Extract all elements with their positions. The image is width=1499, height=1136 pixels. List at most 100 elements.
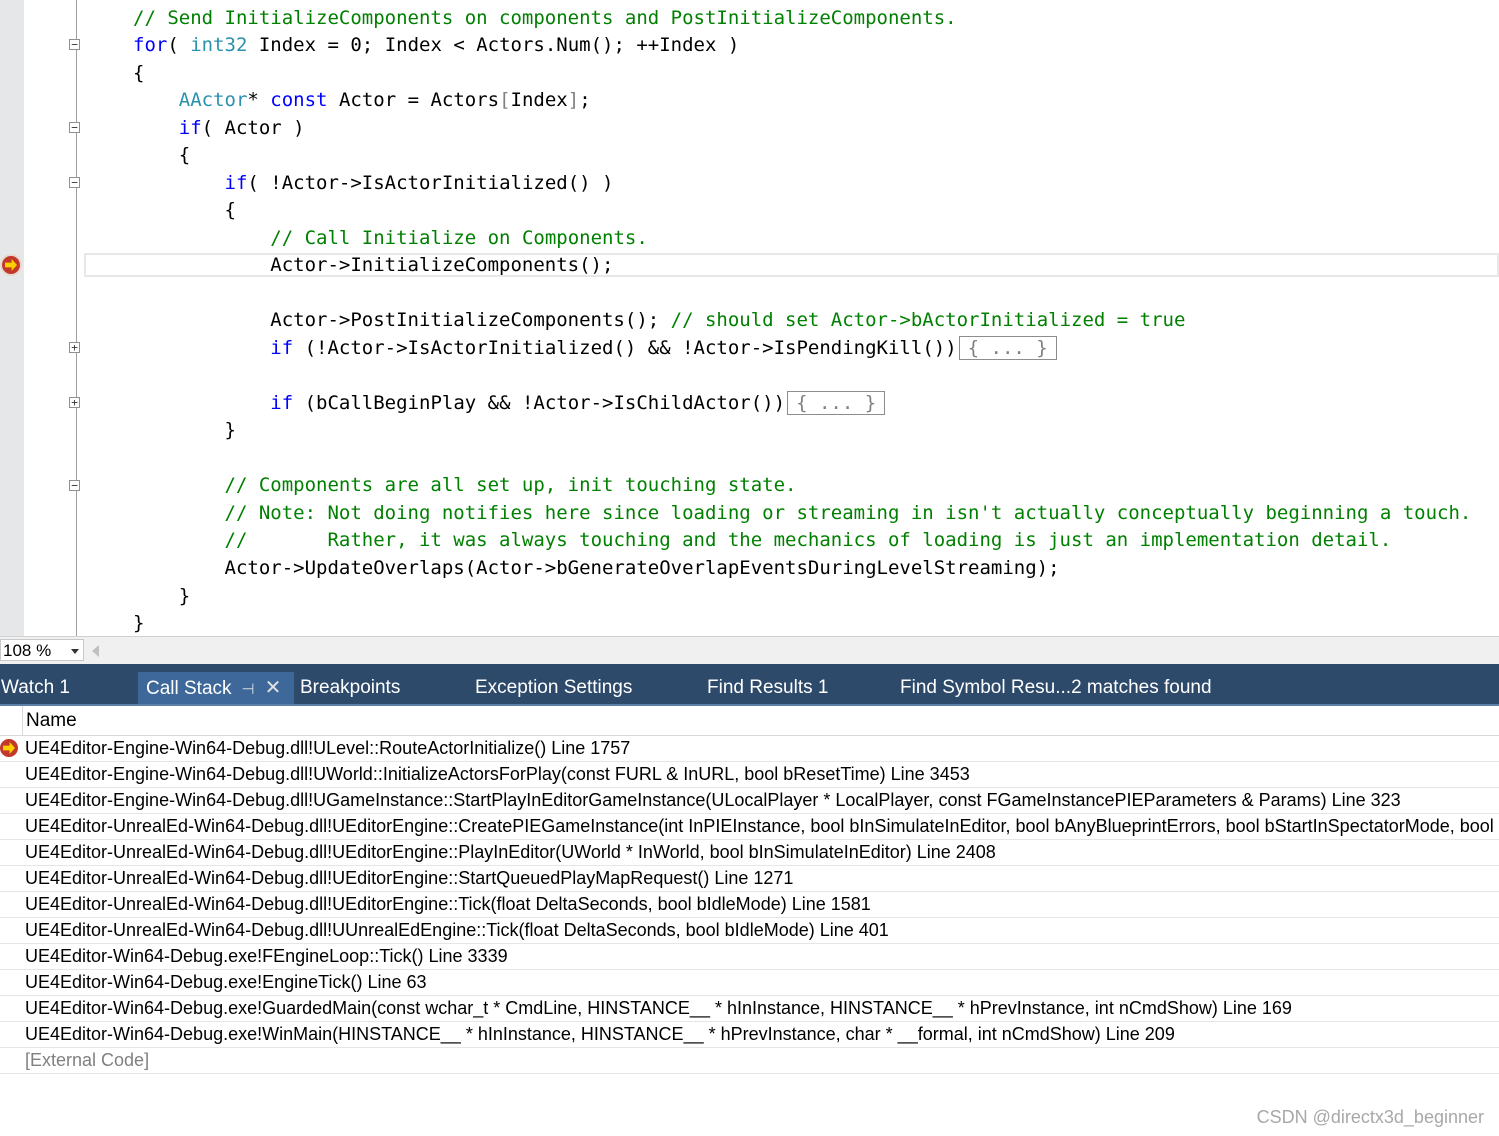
code-token: // Components are all set up, init touch… [224, 474, 797, 496]
collapse-comment-icon[interactable]: − [69, 480, 80, 491]
stack-frame-text: UE4Editor-Engine-Win64-Debug.dll!ULevel:… [25, 738, 631, 758]
code-line[interactable]: AActor* const Actor = Actors[Index]; [133, 88, 591, 112]
code-token: for [133, 34, 168, 56]
code-token: if [270, 337, 294, 359]
call-stack-panel[interactable]: Name UE4Editor-Engine-Win64-Debug.dll!UL… [0, 706, 1499, 1136]
zoom-dropdown[interactable]: 108 % [0, 639, 84, 661]
code-token: ; [579, 89, 591, 111]
code-line[interactable]: if (bCallBeginPlay && !Actor->IsChildAct… [133, 391, 886, 415]
stack-frame-row[interactable]: UE4Editor-UnrealEd-Win64-Debug.dll!UEdit… [0, 814, 1499, 840]
stack-frame-row[interactable]: UE4Editor-UnrealEd-Win64-Debug.dll!UUnre… [0, 918, 1499, 944]
code-token: } [133, 419, 236, 441]
code-token: Index [510, 89, 568, 111]
code-token: (bCallBeginPlay && !Actor->IsChildActor(… [293, 392, 786, 414]
code-line[interactable]: for( int32 Index = 0; Index < Actors.Num… [133, 33, 739, 57]
code-line[interactable]: if( Actor ) [133, 116, 305, 140]
code-line[interactable]: Actor->UpdateOverlaps(Actor->bGenerateOv… [133, 556, 1060, 580]
stack-frame-row[interactable]: UE4Editor-Win64-Debug.exe!GuardedMain(co… [0, 996, 1499, 1022]
debug-tool-tabs: Watch 1 Call Stack ⊣ ✕ Breakpoints Excepti… [0, 664, 1499, 706]
code-token: Index = 0; Index < Actors.Num(); ++Index… [247, 34, 740, 56]
collapsed-block[interactable]: { ... } [958, 336, 1057, 360]
column-separator[interactable] [22, 706, 23, 735]
code-line[interactable]: } [133, 418, 236, 442]
code-line[interactable]: // Rather, it was always touching and th… [133, 528, 1392, 552]
collapse-if-actor-icon[interactable]: − [69, 122, 80, 133]
stack-frame-row[interactable]: UE4Editor-Win64-Debug.exe!WinMain(HINSTA… [0, 1022, 1499, 1048]
stack-frame-text: UE4Editor-Win64-Debug.exe!FEngineLoop::T… [25, 946, 508, 966]
code-line[interactable]: // Components are all set up, init touch… [133, 473, 797, 497]
stack-frame-text: [External Code] [25, 1050, 150, 1070]
outlining-guide [76, 0, 77, 636]
code-token: { [133, 199, 236, 221]
call-stack-header[interactable]: Name [0, 706, 1499, 736]
stack-frame-text: UE4Editor-UnrealEd-Win64-Debug.dll!UEdit… [25, 868, 794, 888]
code-line[interactable]: Actor->InitializeComponents(); [133, 253, 613, 277]
code-token: AActor [178, 89, 248, 111]
stack-frame-text: UE4Editor-Win64-Debug.exe!GuardedMain(co… [25, 998, 1292, 1018]
stack-frame-row[interactable]: UE4Editor-UnrealEd-Win64-Debug.dll!UEdit… [0, 892, 1499, 918]
stack-frame-row[interactable]: UE4Editor-Engine-Win64-Debug.dll!UGameIn… [0, 788, 1499, 814]
close-icon[interactable]: ✕ [265, 672, 282, 704]
tab-call-stack[interactable]: Call Stack ⊣ ✕ [138, 672, 294, 704]
stack-frame-text: UE4Editor-UnrealEd-Win64-Debug.dll!UEdit… [25, 842, 996, 862]
code-line[interactable]: Actor->PostInitializeComponents(); // sh… [133, 308, 1185, 332]
tab-watch-1[interactable]: Watch 1 [1, 672, 70, 704]
tab-exception-settings[interactable]: Exception Settings [475, 672, 632, 704]
code-token: Actor->PostInitializeComponents(); [133, 309, 671, 331]
stack-frame-row[interactable]: UE4Editor-UnrealEd-Win64-Debug.dll!UEdit… [0, 866, 1499, 892]
scroll-left-icon[interactable] [92, 645, 99, 657]
chevron-down-icon[interactable] [71, 649, 79, 654]
stack-frame-row[interactable]: UE4Editor-UnrealEd-Win64-Debug.dll!UEdit… [0, 840, 1499, 866]
tab-find-results-1[interactable]: Find Results 1 [707, 672, 828, 704]
stack-frame-row[interactable]: UE4Editor-Win64-Debug.exe!FEngineLoop::T… [0, 944, 1499, 970]
collapse-if-initialized-icon[interactable]: − [69, 177, 80, 188]
external-code-row[interactable]: [External Code] [0, 1048, 1499, 1074]
code-line[interactable]: // Note: Not doing notifies here since l… [133, 501, 1472, 525]
column-name-header[interactable]: Name [26, 706, 77, 735]
stack-frame-row[interactable]: UE4Editor-Engine-Win64-Debug.dll!ULevel:… [0, 736, 1499, 762]
code-editor[interactable]: − − − + + − // Send InitializeComponents… [0, 0, 1499, 636]
zoom-value: 108 % [3, 641, 52, 660]
code-token: } [133, 612, 145, 634]
code-token: (!Actor->IsActorInitialized() && !Actor-… [293, 337, 957, 359]
code-token: const [270, 89, 328, 111]
indicator-margin[interactable] [0, 0, 24, 636]
expand-if-pendingkill-icon[interactable]: + [69, 342, 80, 353]
code-token: * [247, 89, 271, 111]
code-line[interactable]: } [133, 584, 190, 608]
code-line[interactable]: // Call Initialize on Components. [133, 226, 648, 250]
code-line[interactable]: { [133, 61, 144, 85]
code-token: // Rather, it was always touching and th… [224, 529, 1392, 551]
tab-breakpoints[interactable]: Breakpoints [300, 672, 400, 704]
code-token: { [133, 62, 145, 84]
code-line[interactable]: if (!Actor->IsActorInitialized() && !Act… [133, 336, 1057, 360]
code-line[interactable]: } [133, 611, 144, 635]
watermark: CSDN @directx3d_beginner [1256, 1107, 1484, 1127]
code-token: ( !Actor->IsActorInitialized() ) [247, 172, 614, 194]
code-line[interactable]: // Send InitializeComponents on componen… [133, 6, 957, 30]
code-token: Actor->UpdateOverlaps(Actor->bGenerateOv… [133, 557, 1060, 579]
code-line[interactable]: if( !Actor->IsActorInitialized() ) [133, 171, 614, 195]
expand-if-beginplay-icon[interactable]: + [69, 397, 80, 408]
code-token: if [224, 172, 248, 194]
code-token: // Call Initialize on Components. [270, 227, 648, 249]
stack-frame-text: UE4Editor-UnrealEd-Win64-Debug.dll!UUnre… [25, 920, 889, 940]
tab-find-symbol-results[interactable]: Find Symbol Resu...2 matches found [900, 672, 1212, 704]
code-line[interactable]: { [133, 143, 190, 167]
code-token: Actor = Actors [327, 89, 500, 111]
collapse-for-icon[interactable]: − [69, 39, 80, 50]
collapsed-block[interactable]: { ... } [787, 391, 886, 415]
code-token: int32 [190, 34, 248, 56]
code-token: Actor->InitializeComponents(); [133, 254, 614, 276]
tab-call-stack-label: Call Stack [146, 678, 232, 699]
code-token: [ [499, 89, 511, 111]
stack-frame-row[interactable]: UE4Editor-Win64-Debug.exe!EngineTick() L… [0, 970, 1499, 996]
stack-frame-row[interactable]: UE4Editor-Engine-Win64-Debug.dll!UWorld:… [0, 762, 1499, 788]
pin-icon[interactable]: ⊣ [242, 674, 255, 706]
code-line[interactable]: { [133, 198, 236, 222]
